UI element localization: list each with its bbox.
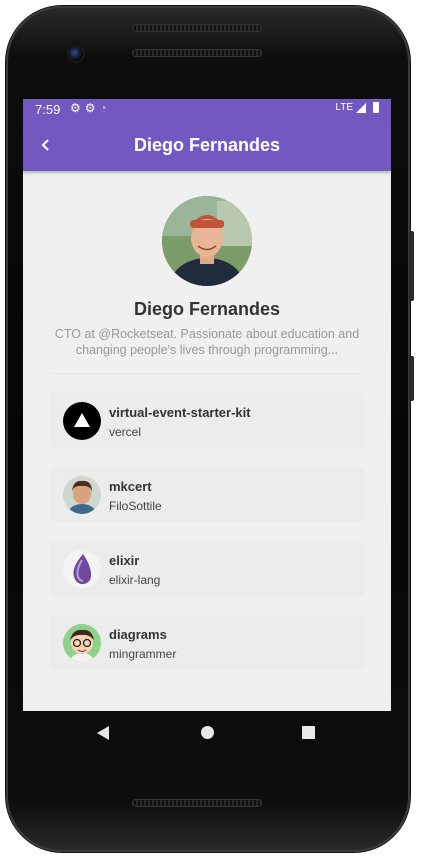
repository-card[interactable]: elixir elixir-lang [50,541,364,596]
power-button [409,356,414,401]
status-right: LTE [335,102,379,113]
cartoon-avatar-icon [63,624,101,662]
bio-line-2: changing people's lives through programm… [75,343,339,357]
profile-name: Diego Fernandes [133,299,281,319]
app-bar: Diego Fernandes [23,121,391,171]
repository-owner: elixir-lang [109,573,161,587]
earpiece-speaker [132,24,262,32]
repository-card[interactable]: diagrams mingrammer [50,615,364,670]
status-bar: 7:59 ⚙⚙◔ LTE [23,99,391,121]
front-camera [69,47,83,61]
bio-line-1: CTO at @Rocketseat. Passionate about edu… [54,327,360,341]
elixir-drop-icon [63,550,101,588]
profile-avatar [162,196,252,286]
android-navigation-bar [23,711,391,755]
repository-owner: vercel [109,425,142,439]
network-label: LTE [335,102,353,113]
nav-home-icon[interactable] [201,726,214,739]
repository-card[interactable]: virtual-event-starter-kit vercel [50,393,364,448]
repository-title: virtual-event-starter-kit [109,405,251,420]
repository-owner: mingrammer [109,647,177,661]
nav-recents-icon[interactable] [302,726,315,739]
bottom-speaker-grille [132,799,262,807]
volume-button [409,231,414,301]
top-speaker-grille [132,49,262,57]
divider [51,373,363,374]
repository-title: elixir [109,553,140,568]
user-avatar-icon [63,476,101,514]
repository-owner: FiloSottile [109,499,162,513]
profile-bio: CTO at @Rocketseat. Passionate about edu… [43,326,371,358]
battery-icon [373,102,379,113]
repository-title: diagrams [109,627,167,642]
vercel-logo-icon [63,402,101,440]
wifi-icon: ◔ [99,101,111,115]
app-screen: 7:59 ⚙⚙◔ LTE Diego Fernandes Diego Ferna… [23,99,391,711]
repository-card[interactable]: mkcert FiloSottile [50,467,364,522]
nav-back-icon[interactable] [97,726,109,740]
settings-icons: ⚙⚙◔ [70,101,111,115]
signal-icon [356,102,366,113]
repository-title: mkcert [109,479,152,494]
page-title: Diego Fernandes [133,135,281,155]
status-time: 7:59 [35,102,61,117]
